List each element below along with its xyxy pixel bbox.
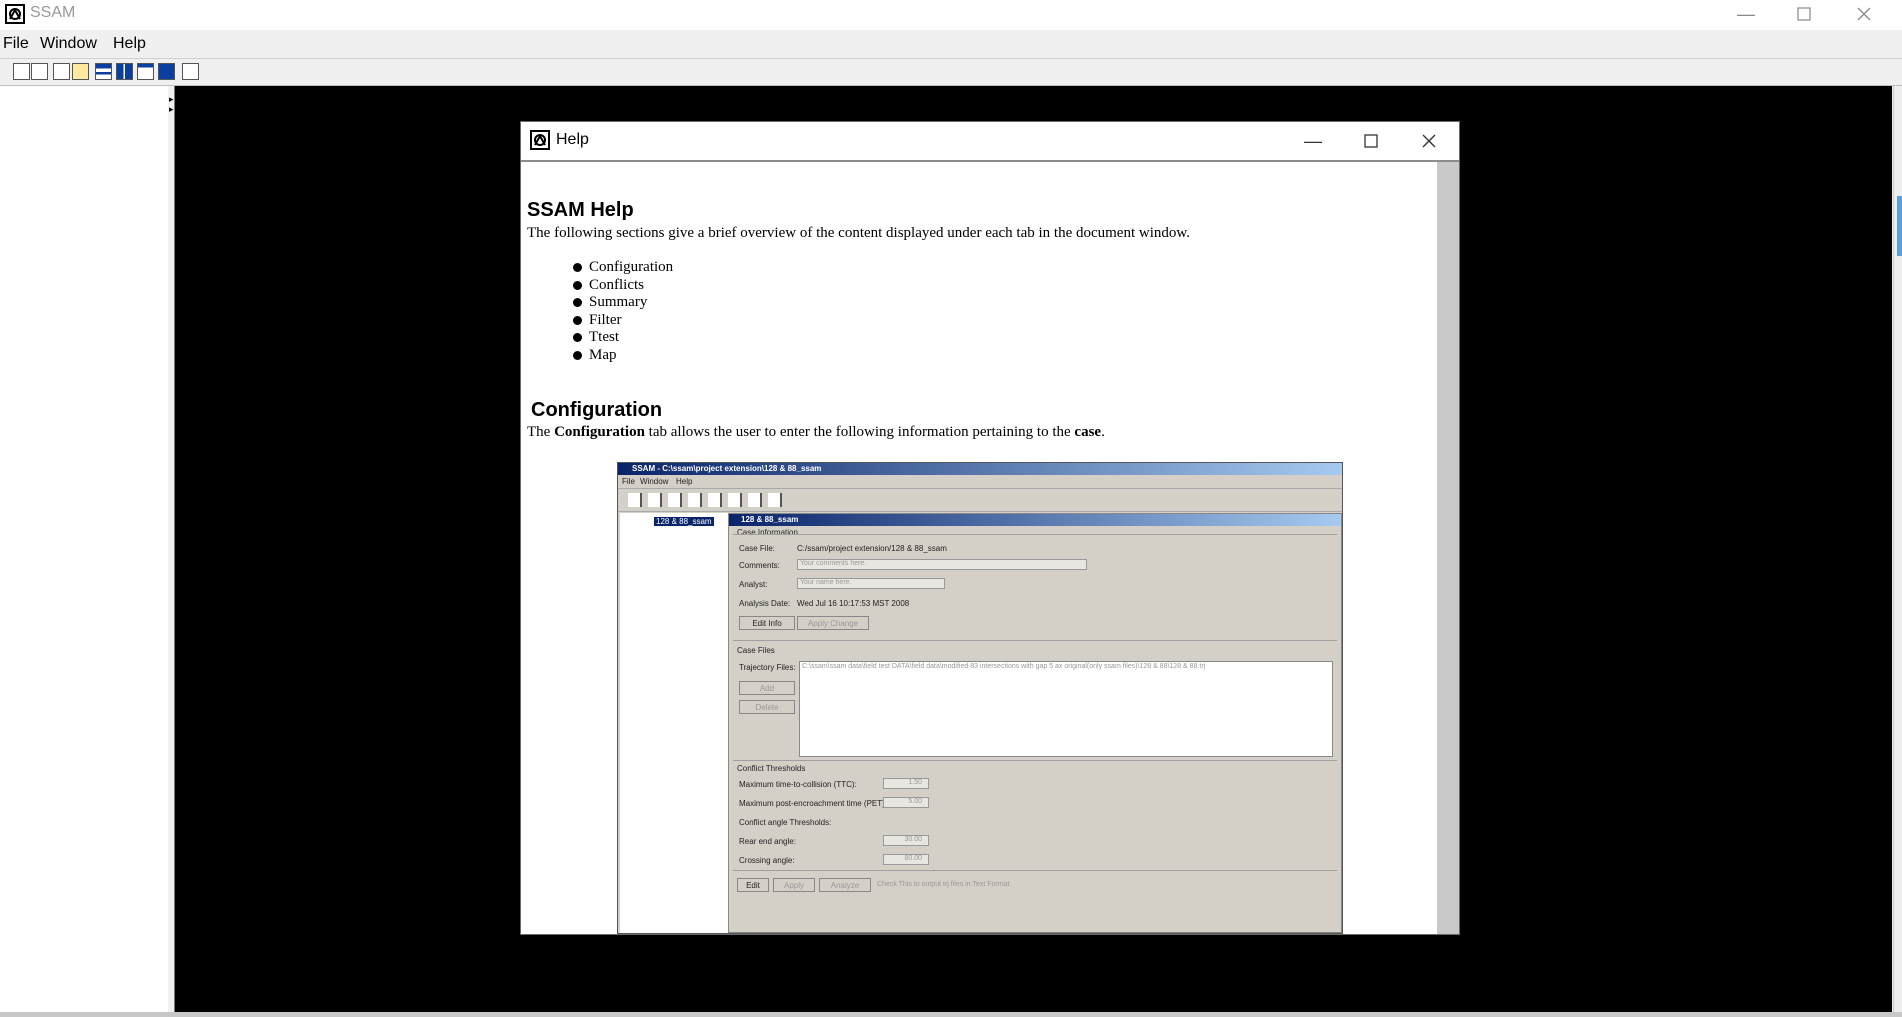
configuration-text: The Configuration tab allows the user to… [527, 424, 1105, 440]
screenshot-tree: 128 & 88_ssam [620, 513, 729, 933]
toolbar [0, 59, 1902, 86]
menu-help[interactable]: Help [113, 35, 146, 53]
bullet-icon [573, 263, 582, 273]
maximize-icon [1797, 7, 1811, 21]
screenshot-toolbar-icons [628, 493, 788, 507]
close-icon [1857, 7, 1871, 21]
maximize-button[interactable] [1776, 0, 1832, 28]
list-item[interactable]: Conflicts [573, 277, 673, 295]
help-intro: The following sections give a brief over… [527, 225, 1190, 241]
calculator-icon[interactable] [182, 63, 199, 80]
menu-file[interactable]: File [3, 35, 29, 53]
screenshot-document-window: 128 & 88_ssam Case Information Case File… [728, 513, 1342, 933]
help-content: SSAM Help The following sections give a … [521, 162, 1437, 934]
bullet-icon [573, 298, 582, 308]
minimize-icon: — [1737, 3, 1755, 24]
list-item[interactable]: Ttest [573, 329, 673, 347]
help-close-button[interactable] [1400, 122, 1458, 160]
scrollbar-thumb[interactable] [1897, 196, 1902, 256]
cascade-icon[interactable] [72, 63, 89, 80]
help-heading: SSAM Help [527, 199, 634, 221]
window-title: SSAM [30, 4, 76, 21]
maximize-icon [1364, 134, 1378, 148]
help-title-bar[interactable]: Help — [521, 122, 1459, 162]
screenshot-toolbar [618, 488, 1342, 512]
menu-window[interactable]: Window [40, 35, 97, 53]
panel-splitter[interactable]: ▸ ▸ [168, 86, 175, 1012]
ssam-app-icon [5, 4, 25, 24]
help-minimize-button[interactable]: — [1284, 122, 1342, 160]
list-item[interactable]: Configuration [573, 259, 673, 277]
status-strip [0, 1012, 1902, 1017]
tile-grid-icon[interactable] [137, 63, 154, 80]
open-icon[interactable] [31, 63, 48, 80]
help-scrollbar[interactable] [1437, 162, 1459, 934]
menu-bar: File Window Help [0, 30, 1902, 59]
ssam-help-icon [530, 130, 550, 150]
help-maximize-button[interactable] [1342, 122, 1400, 160]
title-bar: SSAM — [0, 0, 1902, 30]
screenshot-trajectory-list: C:\ssam\ssam data\field test DATA\field … [799, 661, 1333, 757]
screenshot-inner-title: 128 & 88_ssam [729, 514, 1341, 526]
arrange-icon[interactable] [158, 63, 175, 80]
list-item[interactable]: Summary [573, 294, 673, 312]
save-icon[interactable] [53, 63, 70, 80]
section-list: Configuration Conflicts Summary Filter T… [573, 259, 673, 364]
minimize-button[interactable]: — [1718, 0, 1774, 28]
bullet-icon [573, 333, 582, 343]
project-tree-panel[interactable] [0, 86, 169, 1012]
close-button[interactable] [1836, 0, 1892, 28]
expand-arrow-icon[interactable]: ▸ [169, 104, 174, 115]
tile-horizontal-icon[interactable] [95, 63, 112, 80]
minimize-icon: — [1304, 130, 1322, 151]
desktop-scrollbar[interactable] [1893, 86, 1902, 1012]
configuration-screenshot: SSAM - C:\ssam\project extension\128 & 8… [617, 462, 1343, 934]
new-icon[interactable] [13, 63, 30, 80]
screenshot-title-bar: SSAM - C:\ssam\project extension\128 & 8… [618, 463, 1342, 475]
list-item[interactable]: Filter [573, 312, 673, 330]
help-window-title: Help [556, 131, 589, 148]
bullet-icon [573, 315, 582, 325]
screenshot-menu: File Window Help [622, 477, 693, 486]
close-icon [1422, 134, 1436, 148]
configuration-heading: Configuration [531, 399, 663, 421]
tile-vertical-icon[interactable] [116, 63, 133, 80]
bullet-icon [573, 350, 582, 360]
bullet-icon [573, 280, 582, 290]
help-window[interactable]: Help — SSAM Help The following sections … [520, 121, 1460, 935]
list-item[interactable]: Map [573, 347, 673, 365]
